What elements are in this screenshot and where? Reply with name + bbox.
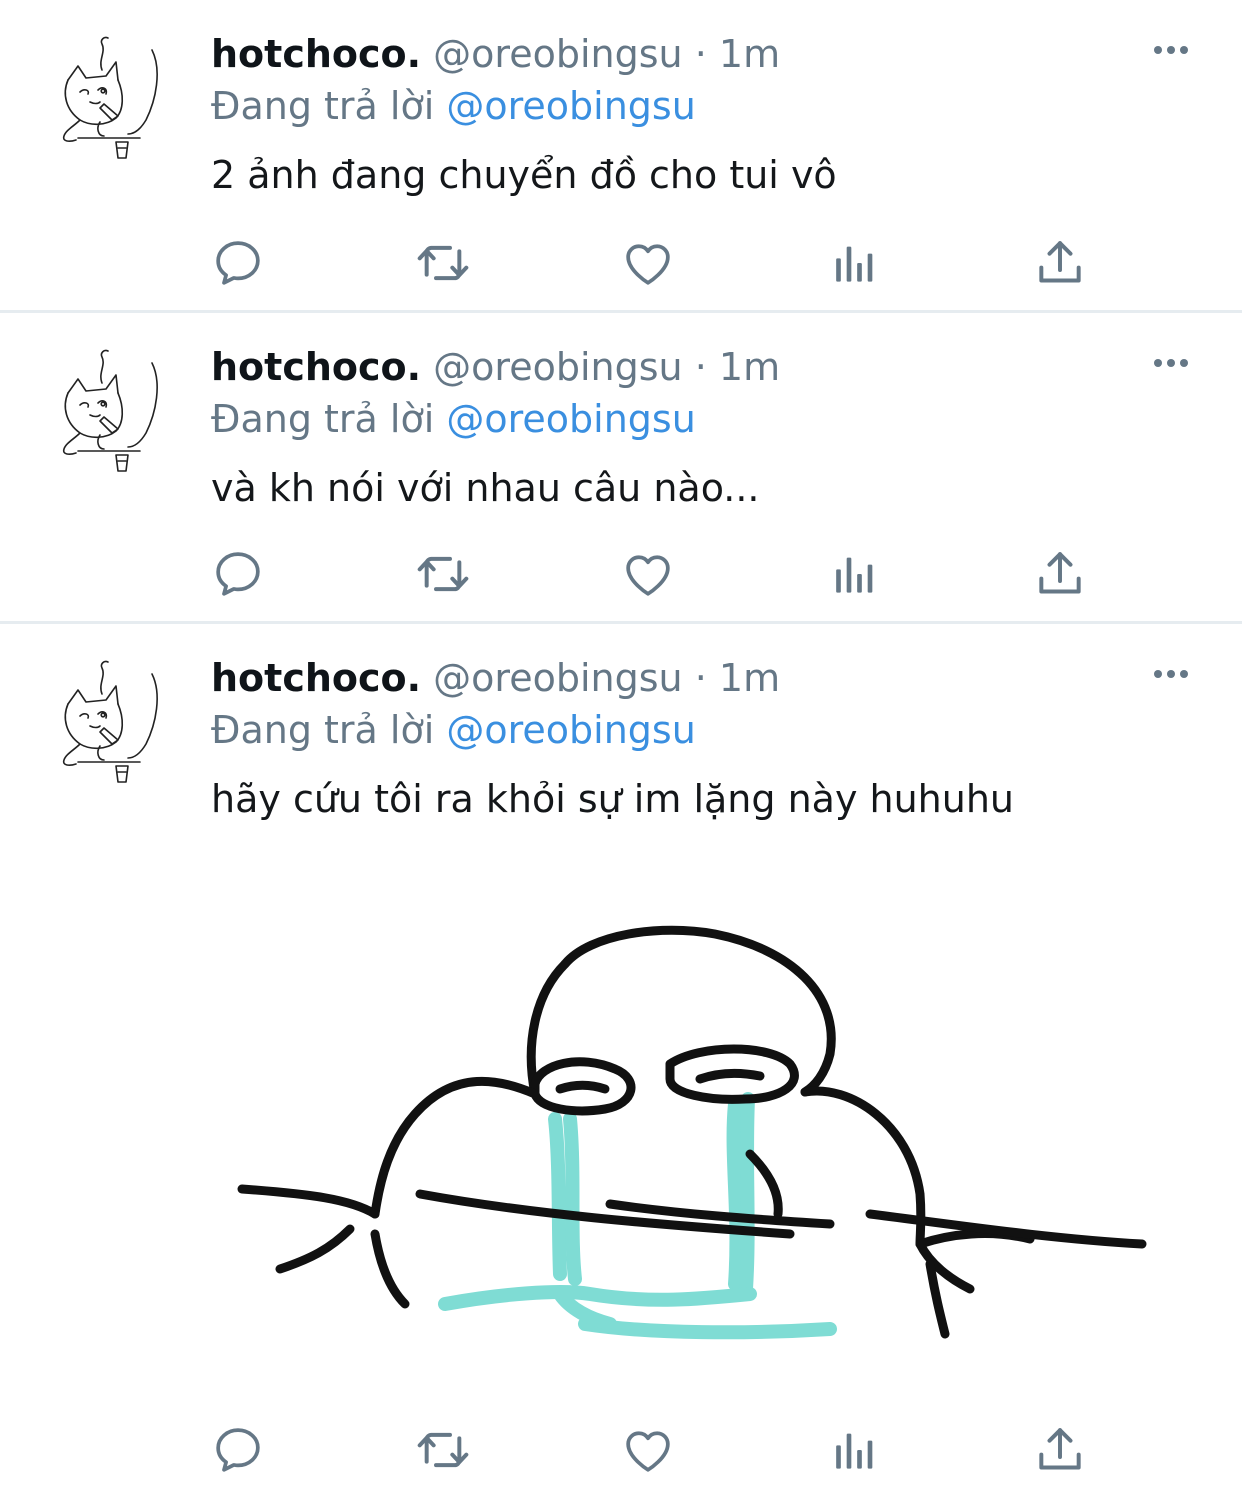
replying-to: Đang trả lời @oreobingsu [211,395,696,443]
crying-doodle-image[interactable] [230,894,1150,1374]
analytics-icon[interactable] [828,235,884,291]
display-name[interactable]: hotchoco. [211,656,421,700]
tweet-3[interactable]: hotchoco. @oreobingsu · 1m Đang trả lời … [0,624,1242,1502]
replying-to: Đang trả lời @oreobingsu [211,82,696,130]
action-bar [210,1422,1110,1478]
action-bar [210,235,1110,291]
tweet-header: hotchoco. @oreobingsu · 1m [211,343,780,391]
user-handle[interactable]: @oreobingsu [433,345,682,389]
replying-to: Đang trả lời @oreobingsu [211,706,696,754]
tweet-text: hãy cứu tôi ra khỏi sự im lặng này huhuh… [211,777,1015,821]
analytics-icon[interactable] [828,1422,884,1478]
avatar[interactable] [44,343,174,483]
reply-icon[interactable] [210,1422,266,1478]
timestamp[interactable]: 1m [719,32,780,76]
share-icon[interactable] [1032,235,1088,291]
replying-to-handle[interactable]: @oreobingsu [446,397,695,441]
timestamp[interactable]: 1m [719,345,780,389]
tweet-header: hotchoco. @oreobingsu · 1m [211,654,780,702]
timestamp[interactable]: 1m [719,656,780,700]
user-handle[interactable]: @oreobingsu [433,656,682,700]
share-icon[interactable] [1032,1422,1088,1478]
analytics-icon[interactable] [828,546,884,602]
tweet-1[interactable]: hotchoco. @oreobingsu · 1m Đang trả lời … [0,0,1242,310]
replying-to-label: Đang trả lời [211,397,435,441]
replying-to-label: Đang trả lời [211,84,435,128]
action-bar [210,546,1110,602]
more-options-icon[interactable] [1150,341,1192,385]
user-handle[interactable]: @oreobingsu [433,32,682,76]
display-name[interactable]: hotchoco. [211,32,421,76]
share-icon[interactable] [1032,546,1088,602]
display-name[interactable]: hotchoco. [211,345,421,389]
tweet-2[interactable]: hotchoco. @oreobingsu · 1m Đang trả lời … [0,313,1242,621]
like-icon[interactable] [620,235,676,291]
more-options-icon[interactable] [1150,28,1192,72]
replying-to-handle[interactable]: @oreobingsu [446,708,695,752]
reply-icon[interactable] [210,546,266,602]
replying-to-label: Đang trả lời [211,708,435,752]
more-options-icon[interactable] [1150,652,1192,696]
retweet-icon[interactable] [415,1422,471,1478]
like-icon[interactable] [620,546,676,602]
retweet-icon[interactable] [415,546,471,602]
avatar[interactable] [44,30,174,170]
separator-dot: · [694,345,707,389]
avatar[interactable] [44,654,174,794]
tweet-header: hotchoco. @oreobingsu · 1m [211,30,780,78]
separator-dot: · [694,32,707,76]
retweet-icon[interactable] [415,235,471,291]
tweet-text: và kh nói với nhau câu nào... [211,466,760,510]
separator-dot: · [694,656,707,700]
reply-icon[interactable] [210,235,266,291]
replying-to-handle[interactable]: @oreobingsu [446,84,695,128]
tweet-text: 2 ảnh đang chuyển đồ cho tui vô [211,153,837,197]
like-icon[interactable] [620,1422,676,1478]
